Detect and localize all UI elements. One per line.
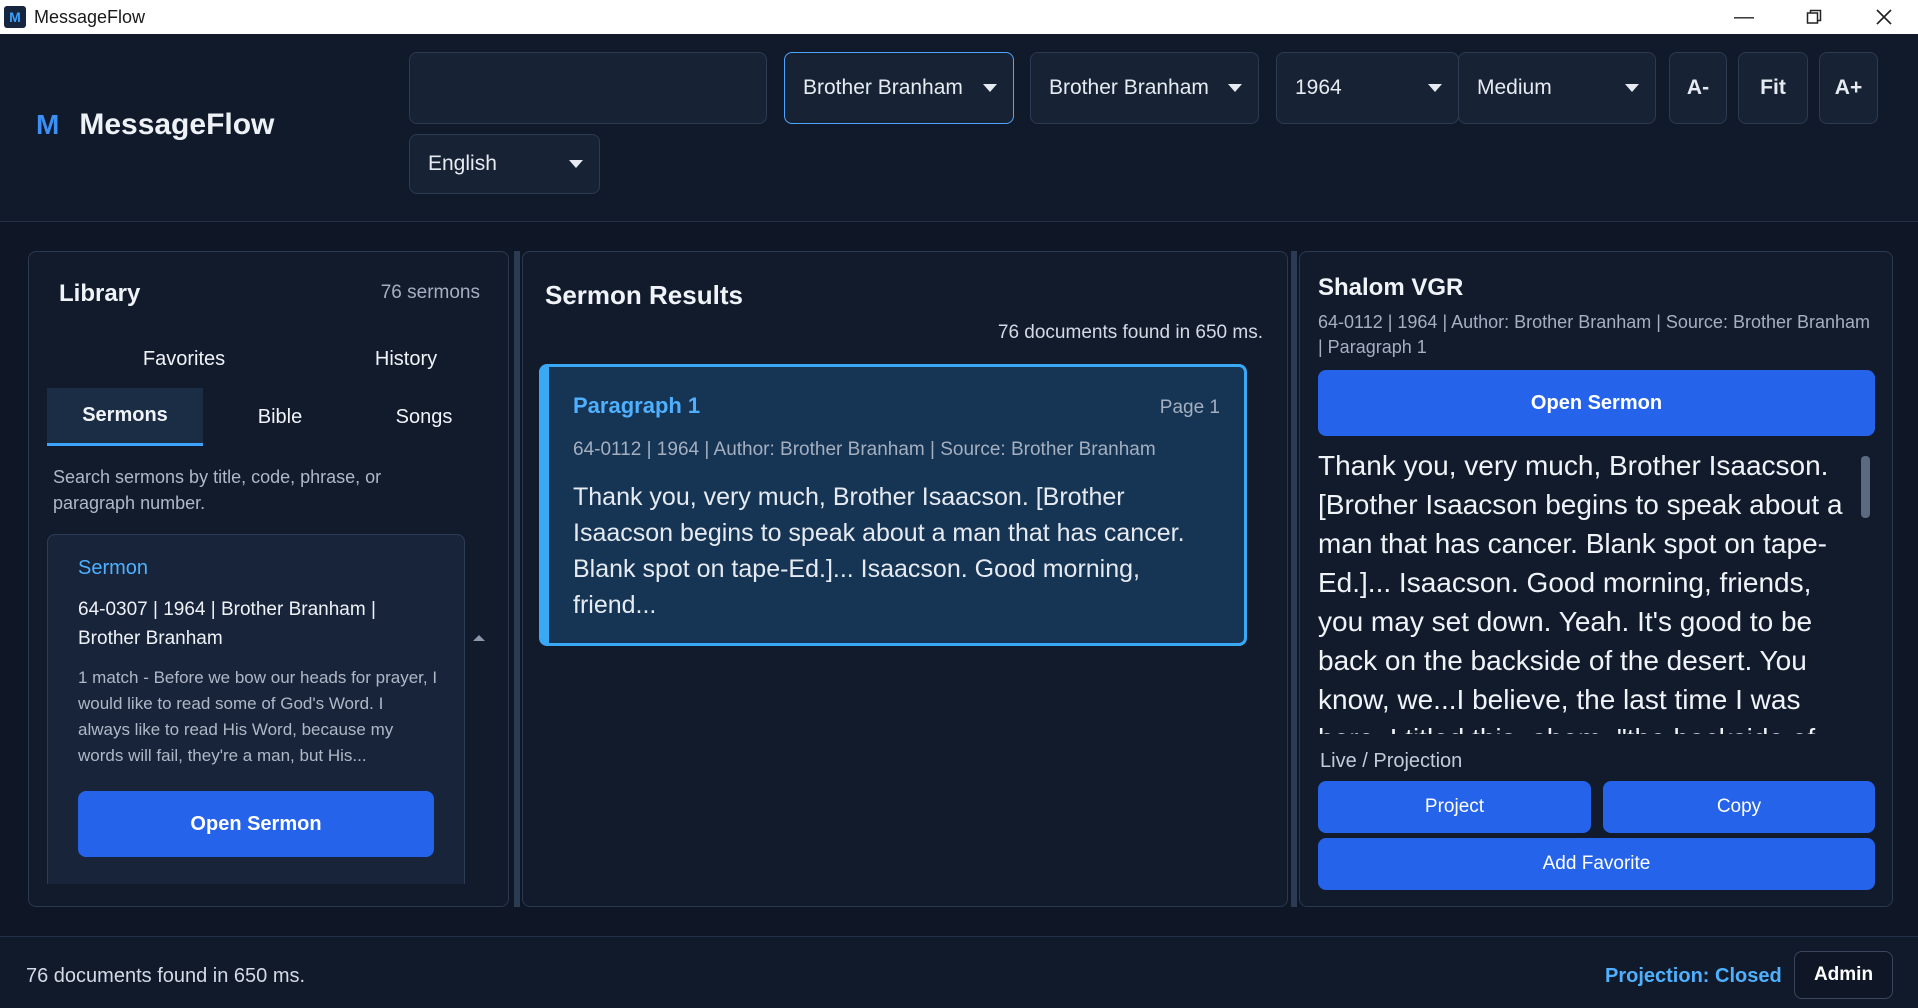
author-select[interactable]: Brother Branham — [784, 52, 1014, 124]
result-text: Thank you, very much, Brother Isaacson. … — [573, 483, 1185, 619]
copy-button[interactable]: Copy — [1603, 781, 1875, 833]
detail-scrollbar[interactable] — [1861, 456, 1870, 518]
projection-status[interactable]: Projection: Closed — [1605, 965, 1782, 988]
results-panel: Sermon Results 76 documents found in 650… — [522, 251, 1288, 907]
window-titlebar: M MessageFlow — — [0, 0, 1918, 34]
card-snippet: 1 match - Before we bow our heads for pr… — [78, 668, 438, 765]
author-select-value: Brother Branham — [803, 76, 963, 99]
year-select-value: 1964 — [1295, 76, 1342, 99]
card-type: Sermon — [78, 557, 149, 579]
brand: M MessageFlow — [36, 108, 274, 142]
results-count: 76 documents found in 650 ms. — [997, 322, 1263, 343]
header: M MessageFlow Brother Branham Brother Br… — [0, 34, 1918, 222]
font-decrease-button[interactable]: A- — [1669, 52, 1727, 124]
minimize-icon[interactable]: — — [1710, 0, 1778, 34]
brand-name: MessageFlow — [79, 108, 275, 141]
year-select[interactable]: 1964 — [1276, 52, 1459, 124]
result-paragraph: Paragraph 1 — [573, 393, 701, 418]
library-title: Library — [59, 280, 141, 307]
chevron-down-icon — [1625, 84, 1639, 92]
panel-splitter[interactable] — [1291, 251, 1297, 907]
detail-text: Thank you, very much, Brother Isaacson. … — [1318, 450, 1843, 734]
search-input[interactable] — [409, 52, 767, 124]
admin-button[interactable]: Admin — [1794, 951, 1893, 999]
card-meta: 64-0307 | 1964 | Brother Branham | Broth… — [78, 599, 376, 649]
library-hint: Search sermons by title, code, phrase, o… — [53, 467, 382, 513]
detail-meta: 64-0112 | 1964 | Author: Brother Branham… — [1318, 312, 1871, 357]
tab-history[interactable]: History — [301, 348, 511, 371]
detail-text-area[interactable]: Thank you, very much, Brother Isaacson. … — [1318, 446, 1858, 734]
open-sermon-button[interactable]: Open Sermon — [78, 791, 434, 857]
app-icon: M — [4, 6, 26, 28]
size-select[interactable]: Medium — [1458, 52, 1656, 124]
font-increase-button[interactable]: A+ — [1819, 52, 1878, 124]
language-select[interactable]: English — [409, 134, 600, 194]
library-list[interactable]: Sermon 64-0307 | 1964 | Brother Branham … — [47, 534, 465, 884]
tab-bible[interactable]: Bible — [215, 406, 345, 429]
live-projection-label: Live / Projection — [1320, 750, 1463, 772]
tab-songs[interactable]: Songs — [359, 406, 489, 429]
restore-icon[interactable] — [1780, 0, 1848, 34]
library-panel: Library 76 sermons Favorites History Ser… — [28, 251, 509, 907]
panel-splitter[interactable] — [514, 251, 520, 907]
library-count: 76 sermons — [380, 282, 480, 303]
brand-logo-icon: M — [36, 109, 60, 140]
detail-title: Shalom VGR — [1318, 274, 1464, 301]
add-favorite-button[interactable]: Add Favorite — [1318, 838, 1875, 890]
window-title: MessageFlow — [34, 6, 146, 27]
results-title: Sermon Results — [545, 280, 743, 310]
result-card[interactable]: Paragraph 1 Page 1 64-0112 | 1964 | Auth… — [539, 364, 1247, 646]
list-item: Sermon 64-0307 | 1964 | Brother Branham … — [47, 534, 465, 884]
status-text: 76 documents found in 650 ms. — [26, 965, 306, 987]
close-window-icon[interactable] — [1850, 0, 1918, 34]
chevron-down-icon — [1228, 84, 1242, 92]
language-select-value: English — [428, 152, 497, 175]
size-select-value: Medium — [1477, 76, 1552, 99]
tab-sermons[interactable]: Sermons — [47, 388, 203, 446]
chevron-down-icon — [983, 84, 997, 92]
detail-open-sermon-button[interactable]: Open Sermon — [1318, 370, 1875, 436]
result-meta: 64-0112 | 1964 | Author: Brother Branham… — [573, 439, 1156, 460]
source-select[interactable]: Brother Branham — [1030, 52, 1259, 124]
scroll-up-icon[interactable] — [473, 635, 485, 641]
tab-favorites[interactable]: Favorites — [79, 348, 289, 371]
detail-panel: Shalom VGR 64-0112 | 1964 | Author: Brot… — [1299, 251, 1893, 907]
font-fit-button[interactable]: Fit — [1738, 52, 1808, 124]
chevron-down-icon — [569, 160, 583, 168]
result-page: Page 1 — [1159, 397, 1220, 418]
chevron-down-icon — [1428, 84, 1442, 92]
source-select-value: Brother Branham — [1049, 76, 1209, 99]
project-button[interactable]: Project — [1318, 781, 1591, 833]
status-bar: 76 documents found in 650 ms. Projection… — [0, 936, 1918, 1008]
